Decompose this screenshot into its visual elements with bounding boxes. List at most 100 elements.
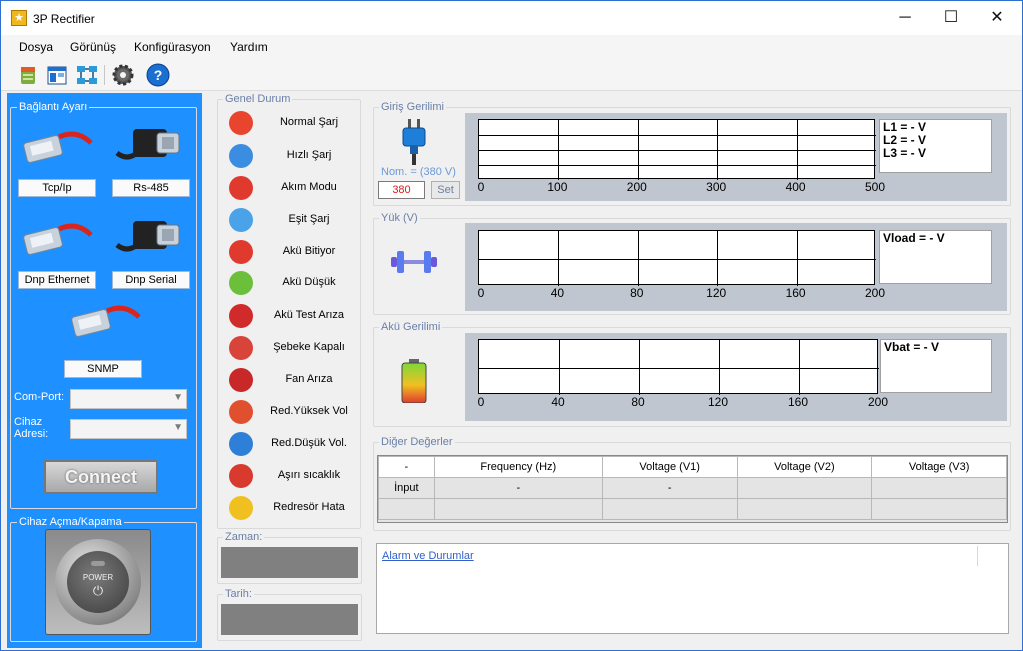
table-cell[interactable] bbox=[433, 498, 603, 520]
power-label: POWER bbox=[82, 573, 114, 582]
maximize-button[interactable]: ☐ bbox=[928, 1, 974, 35]
table-cell[interactable] bbox=[378, 498, 435, 520]
table-row[interactable]: İnput - - bbox=[378, 477, 1007, 499]
com-port-label: Com-Port: bbox=[14, 391, 65, 403]
x-tick-label: 200 bbox=[867, 395, 889, 409]
column-header: - bbox=[378, 456, 435, 478]
menu-dosya[interactable]: Dosya bbox=[19, 40, 53, 54]
gear-icon[interactable] bbox=[111, 63, 135, 87]
legend-entry: Vbat = - V bbox=[884, 340, 940, 354]
toolbar-separator bbox=[104, 65, 105, 85]
alarm-list[interactable]: Alarm ve Durumlar bbox=[376, 543, 1009, 634]
no-entry-icon bbox=[229, 304, 253, 328]
x-tick-label: 400 bbox=[785, 180, 806, 194]
date-display bbox=[221, 604, 358, 635]
x-tick-label: 80 bbox=[630, 286, 644, 300]
time-display bbox=[221, 547, 358, 578]
lock-icon bbox=[229, 176, 253, 200]
connect-button[interactable]: Connect bbox=[44, 460, 158, 494]
device-address-select[interactable]: ▼ bbox=[70, 419, 187, 439]
plot-area bbox=[478, 119, 876, 180]
x-tick-label: 200 bbox=[626, 180, 647, 194]
device-address-label-line2: Adresi: bbox=[14, 428, 49, 440]
sliders-icon bbox=[229, 208, 253, 232]
table-cell[interactable]: - bbox=[601, 477, 738, 499]
close-button[interactable]: ✕ bbox=[974, 1, 1020, 35]
table-header-row: - Frequency (Hz) Voltage (V1) Voltage (V… bbox=[378, 456, 1007, 478]
battery-empty-icon bbox=[229, 240, 253, 264]
status-item-label: Red.Düşük Vol. bbox=[271, 437, 347, 449]
dnp-ethernet-button[interactable]: Dnp Ethernet bbox=[18, 271, 96, 289]
layout-icon[interactable] bbox=[45, 63, 69, 87]
table-cell[interactable] bbox=[736, 498, 873, 520]
status-item: Akü Test Arıza bbox=[227, 301, 353, 329]
tcp-ip-button[interactable]: Tcp/Ip bbox=[18, 179, 96, 197]
x-tick-label: 160 bbox=[785, 286, 806, 300]
snmp-connector-icon bbox=[67, 299, 141, 339]
status-item: Fan Arıza bbox=[227, 365, 353, 393]
dnp-serial-button[interactable]: Dnp Serial bbox=[112, 271, 190, 289]
other-values-table: - Frequency (Hz) Voltage (V1) Voltage (V… bbox=[378, 456, 1007, 520]
alarm-column-divider bbox=[977, 546, 978, 566]
alarm-status-link[interactable]: Alarm ve Durumlar bbox=[382, 550, 474, 562]
svg-text:?: ? bbox=[154, 67, 163, 83]
status-item: Akım Modu bbox=[227, 173, 353, 201]
menu-konfigurasyon[interactable]: Konfigürasyon bbox=[134, 40, 211, 54]
ethernet-connector-icon bbox=[19, 125, 93, 165]
table-row[interactable] bbox=[378, 498, 1007, 520]
menu-gorunus[interactable]: Görünüş bbox=[70, 40, 116, 54]
general-status-panel: Genel Durum Normal Şarj Hızlı Şarj Akım Mo… bbox=[217, 93, 362, 529]
rs485-button[interactable]: Rs-485 bbox=[112, 179, 190, 197]
load-voltage-title: Yük (V) bbox=[379, 212, 420, 224]
x-tick-label: 100 bbox=[547, 180, 568, 194]
battery-low-icon bbox=[229, 271, 253, 295]
title-bar: ★ 3P Rectifier ─ ☐ ✕ bbox=[1, 1, 1022, 35]
status-item: Akü Bitiyor bbox=[227, 237, 353, 265]
table-cell[interactable] bbox=[871, 498, 1007, 520]
battery-icon bbox=[401, 359, 427, 404]
status-item: Akü Düşük bbox=[227, 268, 353, 296]
status-item-label: Akım Modu bbox=[281, 181, 337, 193]
battery-voltage-title: Akü Gerilimi bbox=[379, 321, 443, 333]
chevron-down-icon: ▼ bbox=[173, 422, 183, 433]
power-group-title: Cihaz Açma/Kapama bbox=[17, 516, 124, 528]
x-tick-label: 120 bbox=[706, 286, 727, 300]
fan-icon bbox=[229, 368, 253, 392]
table-cell[interactable]: - bbox=[433, 477, 603, 499]
device-address-label: Cihaz Adresi: bbox=[14, 416, 48, 440]
status-item-label: Fan Arıza bbox=[285, 373, 333, 385]
nominal-voltage-input[interactable] bbox=[378, 181, 425, 199]
table-cell[interactable] bbox=[601, 498, 738, 520]
input-voltage-title: Giriş Gerilimi bbox=[379, 101, 446, 113]
status-item: Şebeke Kapalı bbox=[227, 333, 353, 361]
status-item-label: Şebeke Kapalı bbox=[273, 341, 345, 353]
ethernet-connector-icon bbox=[19, 217, 93, 257]
column-header: Frequency (Hz) bbox=[433, 456, 603, 478]
app-star-icon: ★ bbox=[11, 10, 27, 26]
com-port-select[interactable]: ▼ bbox=[70, 389, 187, 409]
help-icon[interactable]: ? bbox=[146, 63, 170, 87]
database-icon[interactable] bbox=[16, 63, 40, 87]
date-label: Tarih: bbox=[223, 588, 254, 600]
grid-line-horizontal bbox=[479, 135, 876, 136]
minimize-button[interactable]: ─ bbox=[882, 1, 928, 35]
status-item-label: Akü Düşük bbox=[282, 276, 336, 288]
network-icon[interactable] bbox=[75, 63, 99, 87]
table-cell[interactable] bbox=[871, 477, 1007, 499]
app-window: ★ 3P Rectifier ─ ☐ ✕ Dosya Görünüş Konfi… bbox=[0, 0, 1023, 651]
menu-yardim[interactable]: Yardım bbox=[230, 40, 268, 54]
power-button[interactable]: POWER ⏻ bbox=[45, 529, 151, 635]
connection-panel: Bağlantı Ayarı Tcp/Ip Rs-485 Dnp Etherne… bbox=[7, 93, 202, 648]
snmp-button[interactable]: SNMP bbox=[64, 360, 142, 378]
serial-connector-icon bbox=[113, 215, 187, 257]
other-values-grid: - Frequency (Hz) Voltage (V1) Voltage (V… bbox=[377, 455, 1008, 523]
chevron-down-icon: ▼ bbox=[173, 392, 183, 403]
lifebuoy-icon bbox=[229, 111, 253, 135]
general-status-title: Genel Durum bbox=[223, 93, 293, 105]
set-button[interactable]: Set bbox=[431, 181, 460, 199]
status-item-label: Redresör Hata bbox=[273, 501, 345, 513]
table-cell[interactable]: İnput bbox=[378, 477, 435, 499]
table-cell[interactable] bbox=[736, 477, 873, 499]
status-item-label: Red.Yüksek Vol bbox=[270, 405, 348, 417]
x-tick-label: 40 bbox=[551, 395, 565, 409]
